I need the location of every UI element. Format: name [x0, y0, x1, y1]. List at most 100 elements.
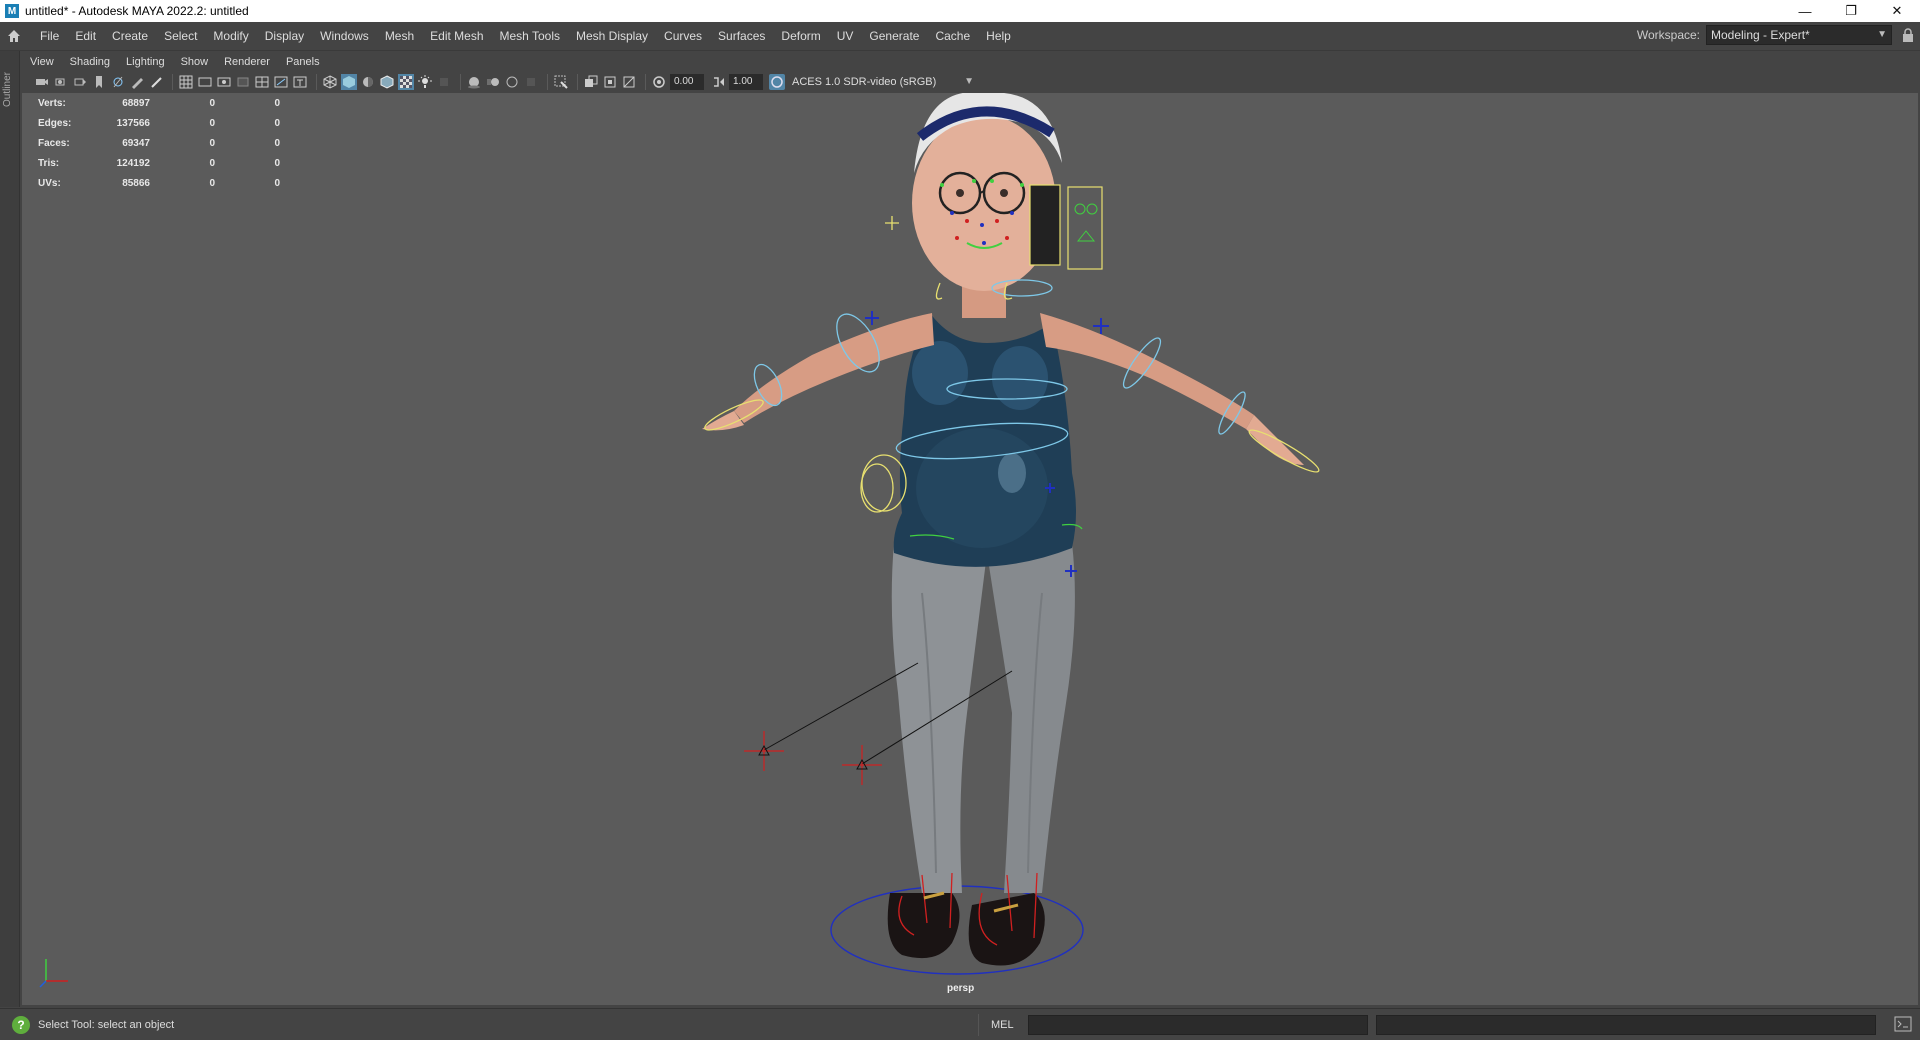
safe-title-icon[interactable] — [292, 74, 308, 90]
bookmark-icon[interactable] — [72, 74, 88, 90]
minimize-button[interactable]: — — [1782, 0, 1828, 22]
hud-value: 0 — [274, 157, 280, 169]
menu-windows[interactable]: Windows — [312, 22, 377, 50]
face-ui-panel[interactable] — [1029, 184, 1103, 270]
persp-viewport[interactable]: Verts: 68897 0 0 Edges: 137566 0 0 Faces… — [22, 93, 1918, 1005]
image-plane-icon[interactable] — [91, 74, 107, 90]
pencil-icon[interactable] — [148, 74, 164, 90]
panel-menu-view[interactable]: View — [22, 56, 62, 68]
home-button[interactable] — [0, 22, 28, 50]
close-button[interactable]: ✕ — [1874, 0, 1920, 22]
gamma-icon[interactable] — [710, 74, 726, 90]
menu-create[interactable]: Create — [104, 22, 156, 50]
hud-value: 0 — [209, 137, 215, 149]
hud-value: 0 — [209, 177, 215, 189]
menu-generate[interactable]: Generate — [861, 22, 927, 50]
gate-mask-icon[interactable] — [235, 74, 251, 90]
color-management-icon[interactable] — [769, 74, 785, 90]
hud-label: Faces: — [38, 137, 70, 149]
menu-mesh-tools[interactable]: Mesh Tools — [492, 22, 568, 50]
camera-select-icon[interactable] — [34, 74, 50, 90]
panel-menu-panels[interactable]: Panels — [278, 56, 328, 68]
camera-attributes-icon[interactable] — [53, 74, 69, 90]
help-line-text: Select Tool: select an object — [38, 1018, 175, 1031]
panel-menu-shading[interactable]: Shading — [62, 56, 118, 68]
ambient-occlusion-icon[interactable] — [466, 74, 482, 90]
left-tool-strip: Outliner — [0, 51, 20, 1007]
panel-menu-renderer[interactable]: Renderer — [216, 56, 278, 68]
menu-curves[interactable]: Curves — [656, 22, 710, 50]
exposure-field[interactable]: 0.00 — [670, 74, 704, 90]
isolate-select-icon[interactable] — [553, 74, 569, 90]
film-gate-icon[interactable] — [197, 74, 213, 90]
hud-value: 69347 — [122, 137, 150, 149]
multisample-aa-icon[interactable] — [504, 74, 520, 90]
grid-toggle-icon[interactable] — [178, 74, 194, 90]
toolbar-separator — [577, 74, 578, 90]
smooth-shade-icon[interactable] — [341, 74, 357, 90]
safe-action-icon[interactable] — [273, 74, 289, 90]
panel-menu-show[interactable]: Show — [173, 56, 217, 68]
exposure-icon[interactable] — [651, 74, 667, 90]
menu-help[interactable]: Help — [978, 22, 1019, 50]
poly-count-hud: Verts: 68897 0 0 Edges: 137566 0 0 Faces… — [38, 93, 280, 193]
xray-active-components-icon[interactable] — [602, 74, 618, 90]
command-input[interactable] — [1027, 1014, 1368, 1035]
minimize-icon: — — [1798, 3, 1812, 19]
wireframe-icon[interactable] — [322, 74, 338, 90]
shadows-icon[interactable] — [436, 74, 452, 90]
depth-of-field-icon[interactable] — [523, 74, 539, 90]
help-icon: ? — [12, 1015, 30, 1034]
workspace-dropdown[interactable]: Modeling - Expert* ▼ — [1706, 25, 1892, 45]
character-pants[interactable] — [891, 543, 1075, 893]
grease-pencil-icon[interactable] — [129, 74, 145, 90]
hud-label: Tris: — [38, 157, 60, 169]
toolbar-separator — [645, 74, 646, 90]
wireframe-on-shaded-icon[interactable] — [379, 74, 395, 90]
scene-view[interactable] — [22, 93, 1918, 1005]
menu-mesh-display[interactable]: Mesh Display — [568, 22, 656, 50]
restore-icon: ❐ — [1845, 3, 1857, 18]
hud-label: Verts: — [38, 97, 66, 109]
menu-cache[interactable]: Cache — [927, 22, 978, 50]
menu-deform[interactable]: Deform — [773, 22, 828, 50]
menu-display[interactable]: Display — [257, 22, 312, 50]
toolbar-separator — [547, 74, 548, 90]
default-material-icon[interactable] — [360, 74, 376, 90]
restore-button[interactable]: ❐ — [1828, 0, 1874, 22]
menu-edit[interactable]: Edit — [67, 22, 104, 50]
textured-icon[interactable] — [398, 74, 414, 90]
character-torso[interactable] — [893, 313, 1076, 567]
resolution-gate-icon[interactable] — [216, 74, 232, 90]
lights-icon[interactable] — [417, 74, 433, 90]
view-axis-gizmo — [39, 959, 68, 988]
menu-modify[interactable]: Modify — [205, 22, 256, 50]
window-title: untitled* - Autodesk MAYA 2022.2: untitl… — [25, 4, 249, 18]
status-separator — [978, 1013, 979, 1036]
gamma-field[interactable]: 1.00 — [729, 74, 763, 90]
motion-blur-icon[interactable] — [485, 74, 501, 90]
ik-pole-vectors[interactable] — [744, 662, 1013, 785]
panel-menu-lighting[interactable]: Lighting — [118, 56, 173, 68]
lock-icon[interactable] — [1902, 28, 1914, 42]
toolbar-separator — [316, 74, 317, 90]
menu-mesh[interactable]: Mesh — [377, 22, 422, 50]
xray-joints-icon[interactable] — [621, 74, 637, 90]
camera-name-label: persp — [947, 983, 975, 994]
hud-row-tris: Tris: 124192 0 0 — [38, 153, 280, 173]
menu-surfaces[interactable]: Surfaces — [710, 22, 773, 50]
hud-value: 0 — [274, 137, 280, 149]
command-result-field — [1375, 1014, 1876, 1035]
menu-select[interactable]: Select — [156, 22, 205, 50]
field-chart-icon[interactable] — [254, 74, 270, 90]
view-transform-dropdown[interactable]: ACES 1.0 SDR-video (sRGB) ▼ — [788, 74, 978, 90]
menu-uv[interactable]: UV — [829, 22, 862, 50]
command-language-toggle[interactable]: MEL — [991, 1019, 1014, 1031]
2d-pan-zoom-icon[interactable] — [110, 74, 126, 90]
menu-edit-mesh[interactable]: Edit Mesh — [422, 22, 491, 50]
script-editor-icon[interactable] — [1894, 1015, 1912, 1033]
menu-file[interactable]: File — [32, 22, 67, 50]
outliner-tab[interactable]: Outliner — [2, 59, 18, 119]
help-command-line: ? Select Tool: select an object MEL — [0, 1008, 1920, 1040]
xray-icon[interactable] — [583, 74, 599, 90]
